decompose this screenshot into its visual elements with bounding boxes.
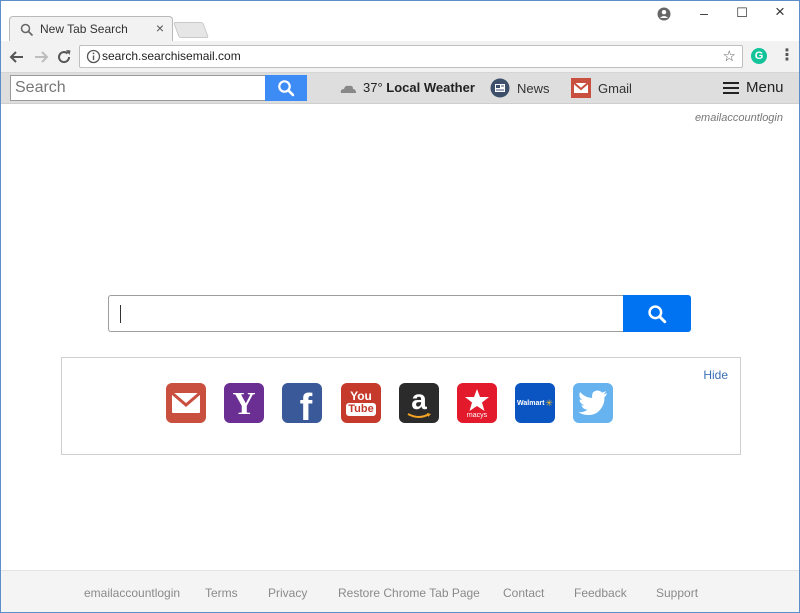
search-icon — [20, 23, 34, 37]
menu-label: Menu — [746, 79, 784, 96]
footer-link-terms[interactable]: Terms — [205, 586, 238, 600]
main-search-button[interactable] — [623, 295, 691, 332]
maximize-button[interactable]: ☐ — [727, 5, 757, 21]
reload-icon[interactable] — [54, 47, 74, 67]
footer-link-privacy[interactable]: Privacy — [268, 586, 307, 600]
footer-link-emailaccountlogin[interactable]: emailaccountlogin — [84, 586, 180, 600]
shortcut-macys[interactable]: macys — [457, 383, 497, 423]
footer-link-contact[interactable]: Contact — [503, 586, 544, 600]
shortcut-gmail[interactable] — [166, 383, 206, 423]
shortcut-facebook[interactable]: f — [282, 383, 322, 423]
info-icon[interactable] — [86, 49, 101, 64]
hamburger-icon — [723, 81, 739, 94]
footer: emailaccountlogin Terms Privacy Restore … — [1, 570, 799, 612]
news-label: News — [517, 80, 550, 96]
main-search-input[interactable] — [108, 295, 624, 332]
header-search-input[interactable] — [10, 75, 266, 101]
hide-link[interactable]: Hide — [703, 368, 728, 382]
shortcut-walmart[interactable]: Walmart ✳ — [515, 383, 555, 423]
site-header: 37° Local Weather News Gmail Menu — [1, 73, 799, 104]
search-icon — [648, 304, 667, 323]
shortcut-amazon[interactable]: a — [399, 383, 439, 423]
cloud-icon — [340, 85, 356, 93]
weather-temperature: 37° — [363, 80, 383, 95]
profile-icon[interactable] — [657, 7, 671, 21]
weather-label: Local Weather — [386, 80, 475, 95]
emailaccountlogin-link[interactable]: emailaccountlogin — [695, 112, 783, 124]
header-search-button[interactable] — [265, 75, 307, 101]
walmart-label: Walmart — [517, 399, 545, 407]
forward-arrow-icon[interactable] — [31, 47, 51, 67]
browser-toolbar: search.searchisemail.com ☆ G ⋮ — [1, 41, 799, 73]
macys-label: macys — [466, 411, 488, 419]
walmart-spark-icon: ✳ — [545, 397, 553, 408]
gmail-icon — [171, 392, 201, 413]
address-url: search.searchisemail.com — [102, 49, 241, 63]
shortcut-yahoo[interactable]: Y — [224, 383, 264, 423]
tab-title: New Tab Search — [40, 22, 128, 36]
browser-menu-icon[interactable]: ⋮ — [779, 45, 795, 65]
gmail-link[interactable]: Gmail — [571, 76, 632, 100]
news-link[interactable]: News — [490, 76, 550, 100]
twitter-bird-icon — [578, 390, 607, 415]
shortcuts-panel: Hide Y f You Tube a macys Walmart ✳ — [61, 357, 741, 455]
footer-link-support[interactable]: Support — [656, 586, 698, 600]
menu-button[interactable]: Menu — [723, 79, 784, 96]
back-arrow-icon[interactable] — [7, 47, 27, 67]
shortcut-youtube[interactable]: You Tube — [341, 383, 381, 423]
browser-window: New Tab Search × – ☐ × search.searchisem… — [0, 0, 800, 613]
search-icon — [278, 80, 295, 97]
bookmark-star-icon[interactable]: ☆ — [723, 47, 736, 65]
address-bar[interactable]: search.searchisemail.com ☆ — [79, 45, 743, 68]
weather-widget[interactable]: 37° Local Weather — [339, 80, 475, 95]
footer-link-feedback[interactable]: Feedback — [574, 586, 627, 600]
yahoo-icon: Y — [232, 385, 256, 421]
amazon-icon: a — [411, 384, 427, 416]
star-icon — [465, 388, 489, 411]
amazon-smile-icon — [407, 412, 431, 418]
gmail-label: Gmail — [598, 80, 632, 96]
news-icon — [490, 78, 510, 98]
youtube-icon-top: You — [350, 389, 372, 403]
shortcut-twitter[interactable] — [573, 383, 613, 423]
title-bar: New Tab Search × – ☐ × — [1, 1, 799, 42]
youtube-icon-bottom: Tube — [346, 403, 376, 416]
tab-new-tab-search[interactable]: New Tab Search × — [9, 16, 173, 42]
text-cursor — [120, 305, 121, 323]
close-window-button[interactable]: × — [765, 2, 795, 22]
new-tab-button[interactable] — [173, 22, 209, 38]
facebook-icon: f — [299, 387, 313, 423]
tab-close-icon[interactable]: × — [156, 20, 164, 36]
grammarly-extension-icon[interactable]: G — [751, 48, 767, 64]
gmail-icon — [571, 78, 591, 98]
footer-link-restore-chrome-tab-page[interactable]: Restore Chrome Tab Page — [338, 586, 480, 600]
minimize-button[interactable]: – — [689, 5, 719, 21]
